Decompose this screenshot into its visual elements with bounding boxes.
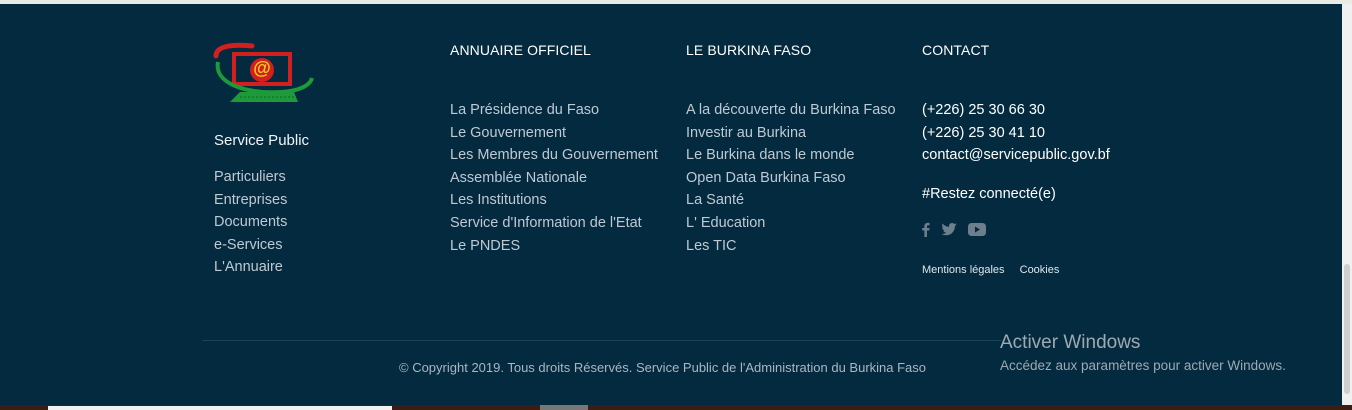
link-assemblee-nationale[interactable]: Assemblée Nationale — [450, 167, 658, 190]
burkina-heading: LE BURKINA FASO — [686, 42, 812, 58]
copyright-text: © Copyright 2019. Tous droits Réservés. … — [399, 360, 927, 375]
cookies-link[interactable]: Cookies — [1020, 264, 1060, 276]
contact-heading: CONTACT — [922, 42, 990, 58]
footer-divider — [202, 340, 1002, 341]
link-sante[interactable]: La Santé — [686, 189, 896, 212]
link-burkina-monde[interactable]: Le Burkina dans le monde — [686, 144, 896, 167]
link-decouverte[interactable]: A la découverte du Burkina Faso — [686, 99, 896, 122]
contact-phone-2: (+226) 25 30 41 10 — [922, 124, 1045, 141]
link-tic[interactable]: Les TIC — [686, 235, 896, 258]
brand-name: Service Public — [214, 132, 310, 149]
twitter-icon[interactable] — [941, 223, 957, 241]
service-links: Particuliers Entreprises Documents e-Ser… — [214, 166, 287, 279]
link-presidence[interactable]: La Présidence du Faso — [450, 99, 658, 122]
watermark-subtitle: Accédez aux paramètres pour activer Wind… — [1000, 358, 1286, 373]
contact-phone-1: (+226) 25 30 66 30 — [922, 102, 1045, 118]
link-open-data[interactable]: Open Data Burkina Faso — [686, 167, 896, 190]
link-investir[interactable]: Investir au Burkina — [686, 122, 896, 145]
link-documents[interactable]: Documents — [214, 211, 287, 234]
site-footer: @ Service Public Particuliers Entreprise… — [0, 4, 1342, 405]
link-particuliers[interactable]: Particuliers — [214, 166, 287, 189]
logo-at-symbol: @ — [253, 58, 271, 78]
link-service-information[interactable]: Service d'Information de l'Etat — [450, 212, 658, 235]
link-pndes[interactable]: Le PNDES — [450, 235, 658, 258]
taskbar-strip — [0, 405, 1352, 410]
contact-column: CONTACT — [922, 42, 989, 58]
link-e-services[interactable]: e-Services — [214, 234, 287, 257]
mentions-legales-link[interactable]: Mentions légales — [922, 264, 1005, 276]
legal-links: Mentions légales Cookies — [922, 264, 1071, 276]
annuaire-links: La Présidence du Faso Le Gouvernement Le… — [450, 99, 658, 257]
link-gouvernement[interactable]: Le Gouvernement — [450, 122, 658, 145]
annuaire-column: ANNUAIRE OFFICIEL — [450, 42, 591, 58]
contact-details: (+226) 25 30 66 30 (+226) 25 30 41 10 co… — [922, 99, 1110, 167]
social-hashtag: #Restez connecté(e) — [922, 186, 1056, 202]
windows-activation-watermark: Activer Windows Accédez aux paramètres p… — [1000, 331, 1286, 375]
burkina-links: A la découverte du Burkina Faso Investir… — [686, 99, 896, 257]
link-membres-gouvernement[interactable]: Les Membres du Gouvernement — [450, 144, 658, 167]
contact-email[interactable]: contact@servicepublic.gov.bf — [922, 144, 1110, 167]
taskbar-item[interactable] — [540, 405, 588, 410]
service-public-logo[interactable]: @ — [212, 42, 316, 108]
facebook-icon[interactable] — [922, 222, 930, 242]
vertical-scrollbar[interactable] — [1342, 4, 1352, 405]
burkina-column: LE BURKINA FASO — [686, 42, 811, 58]
link-entreprises[interactable]: Entreprises — [214, 189, 287, 212]
annuaire-heading: ANNUAIRE OFFICIEL — [450, 42, 591, 58]
link-institutions[interactable]: Les Institutions — [450, 189, 658, 212]
link-education[interactable]: L' Education — [686, 212, 896, 235]
youtube-icon[interactable] — [968, 223, 986, 241]
link-annuaire[interactable]: L'Annuaire — [214, 256, 287, 279]
scrollbar-thumb[interactable] — [1344, 264, 1350, 394]
watermark-title: Activer Windows — [1000, 332, 1141, 353]
taskbar-item[interactable] — [48, 406, 392, 410]
social-icons — [922, 222, 986, 242]
